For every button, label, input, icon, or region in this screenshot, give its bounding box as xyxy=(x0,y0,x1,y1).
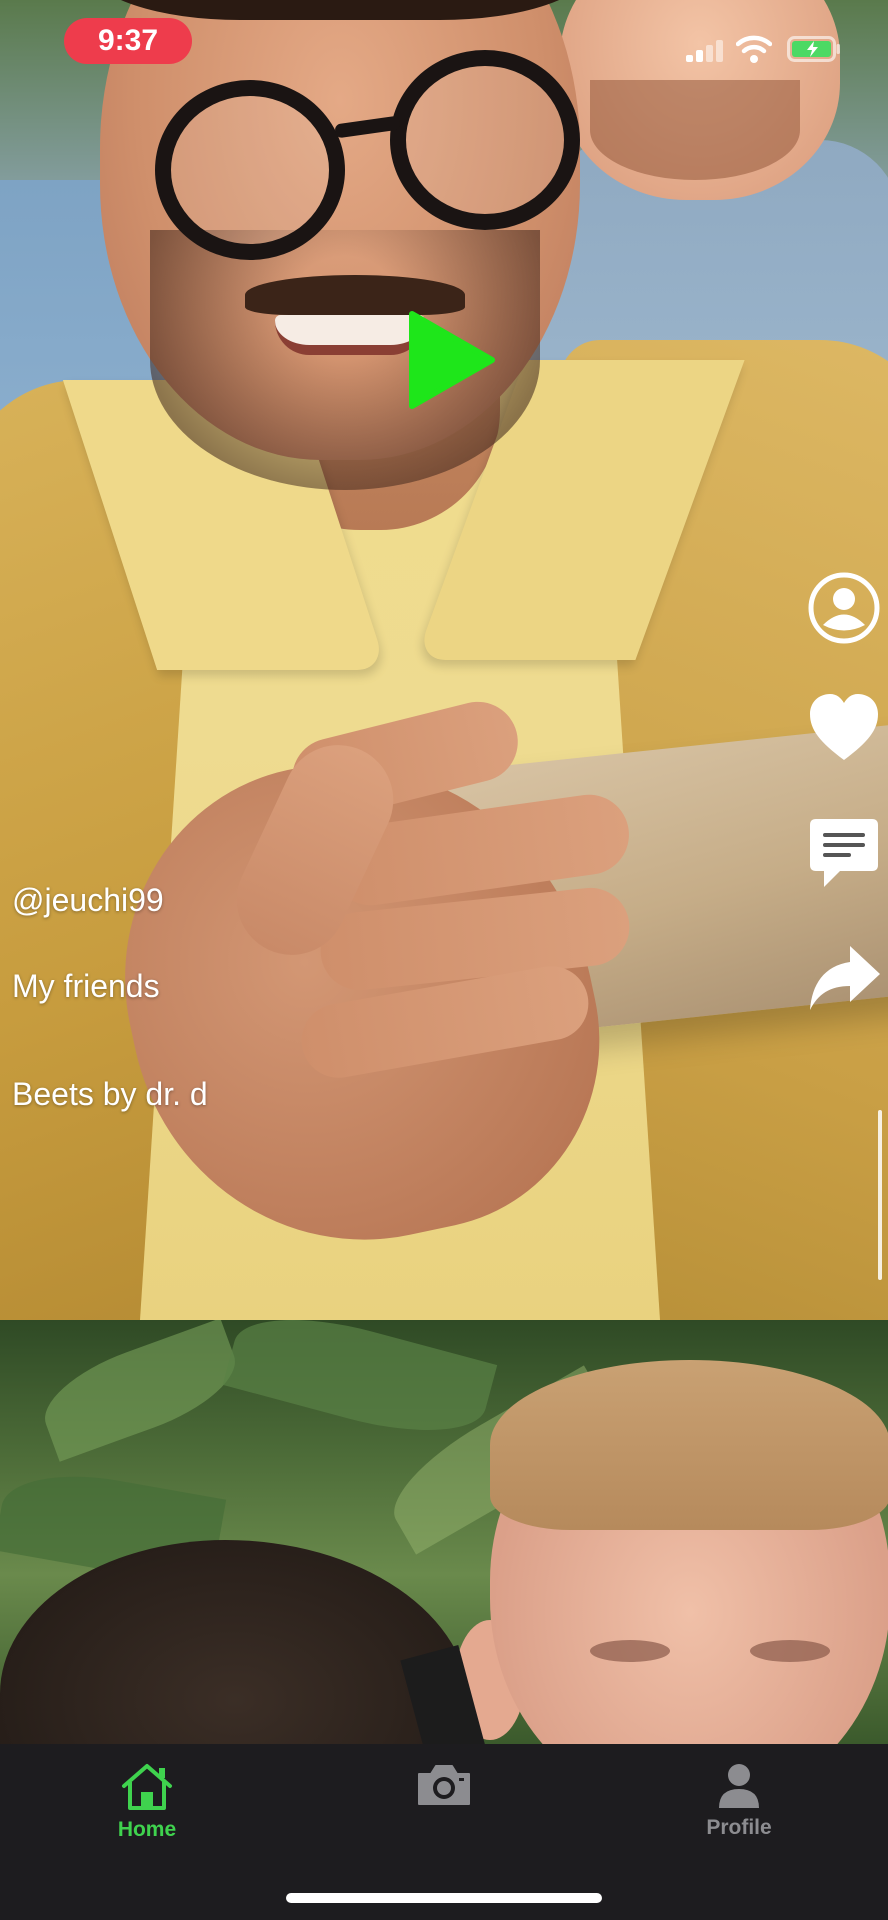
person-icon xyxy=(719,1764,759,1808)
video-frame-art xyxy=(155,80,345,260)
video-frame-art xyxy=(750,1640,830,1662)
battery-charging-icon xyxy=(787,36,840,62)
video-frame-art xyxy=(590,1640,670,1662)
video-frame-art xyxy=(0,1540,470,1744)
video-frame-art xyxy=(245,275,465,315)
video-frame-art xyxy=(222,1320,498,1453)
status-bar: 9:37 xyxy=(0,0,888,80)
camera-icon xyxy=(418,1765,470,1805)
cellular-signal-icon xyxy=(686,40,723,62)
play-button[interactable] xyxy=(404,310,496,410)
comment-icon[interactable] xyxy=(806,815,882,891)
user-circle-icon[interactable] xyxy=(806,570,882,646)
video-description: My friends xyxy=(12,968,160,1004)
app-screen: 9:37 @jeuchi99 My friends Beets by dr. d… xyxy=(0,0,888,1920)
tab-profile[interactable]: Profile xyxy=(669,1762,809,1872)
video-frame-art xyxy=(590,80,800,180)
video-progress-scrollbar xyxy=(878,1110,882,1280)
home-icon xyxy=(122,1764,172,1810)
video-player-current[interactable] xyxy=(0,0,888,1320)
status-time: 9:37 xyxy=(64,18,192,64)
share-arrow-icon[interactable] xyxy=(806,940,882,1016)
home-indicator[interactable] xyxy=(286,1893,602,1903)
tab-home-label: Home xyxy=(117,1818,177,1841)
video-frame-art xyxy=(275,315,425,355)
video-username[interactable]: @jeuchi99 xyxy=(12,882,164,919)
heart-icon[interactable] xyxy=(806,690,882,766)
side-actions xyxy=(806,570,886,1030)
video-player-next[interactable] xyxy=(0,1320,888,1744)
tab-home[interactable]: Home xyxy=(77,1762,217,1872)
video-song[interactable]: Beets by dr. d xyxy=(12,1076,208,1113)
tab-camera[interactable] xyxy=(374,1762,514,1872)
video-frame-art xyxy=(490,1360,888,1530)
tab-profile-label: Profile xyxy=(706,1816,772,1839)
wifi-icon xyxy=(736,35,772,63)
video-frame-art xyxy=(32,1320,248,1462)
